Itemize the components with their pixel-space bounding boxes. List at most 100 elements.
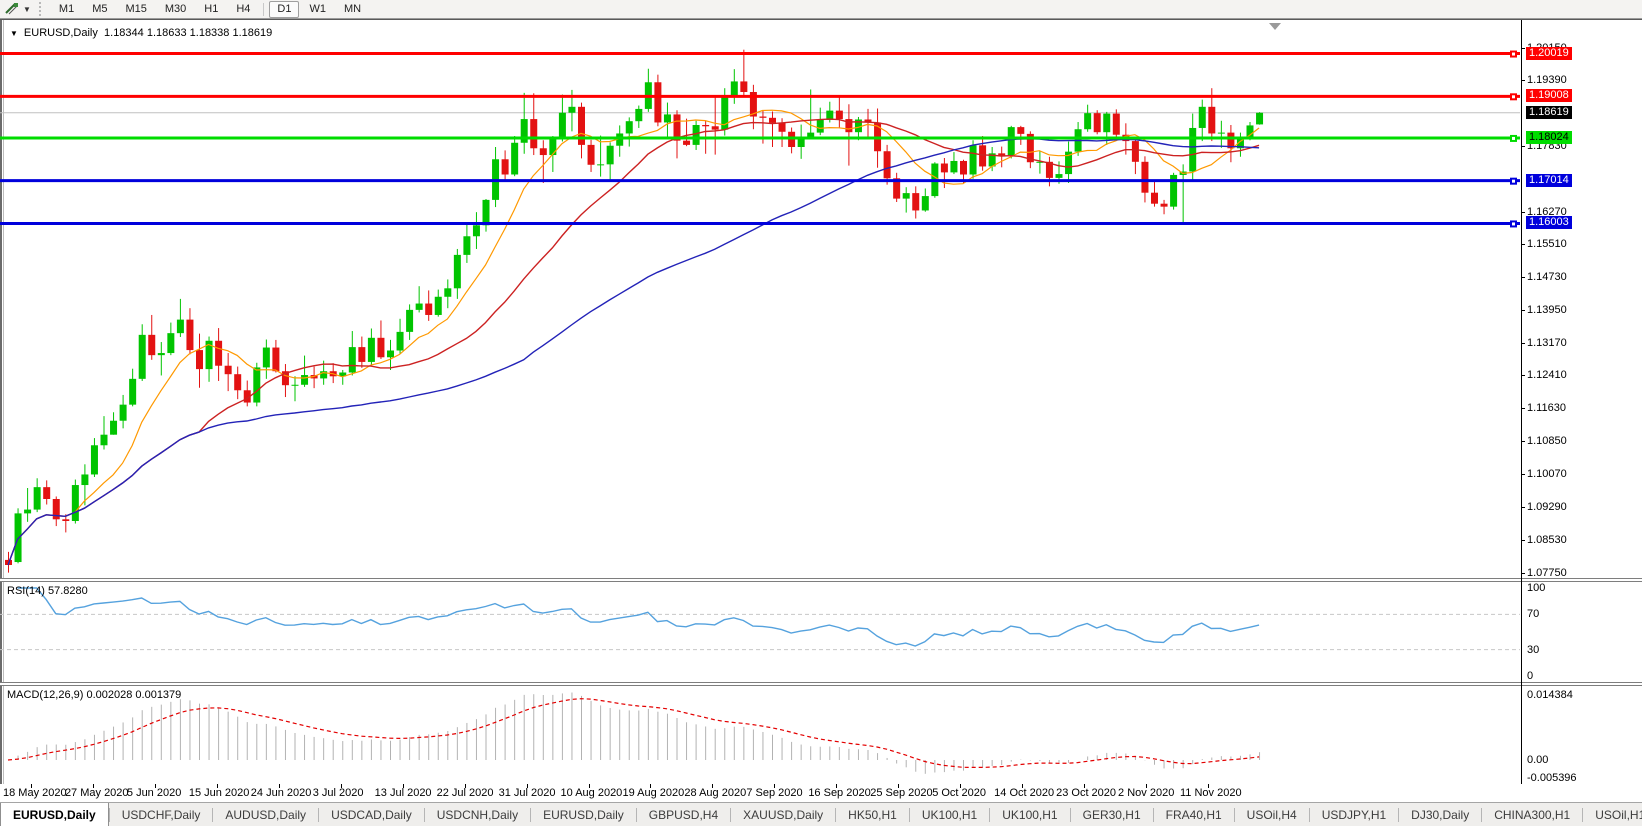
price-axis-tickmark: [1521, 375, 1525, 376]
chart-window[interactable]: 1.201501.193901.178301.162701.155101.147…: [0, 19, 1642, 785]
timeframe-button-m30[interactable]: M30: [157, 1, 194, 18]
time-axis-date-label: 11 Nov 2020: [1180, 787, 1242, 799]
price-axis-tick-label: 1.12410: [1527, 369, 1567, 381]
timeframe-button-m5[interactable]: M5: [84, 1, 115, 18]
price-axis-tickmark: [1521, 408, 1525, 409]
symbol-tab-uk100-h1[interactable]: UK100,H1: [990, 803, 1069, 826]
price-axis-tick-label: 1.13170: [1527, 337, 1567, 349]
price-axis-tickmark: [1521, 474, 1525, 475]
price-axis-tick-label: 1.11630: [1527, 402, 1566, 414]
symbol-tab-audusd-daily[interactable]: AUDUSD,Daily: [213, 803, 318, 826]
timeframe-button-m1[interactable]: M1: [51, 1, 82, 18]
price-axis-tickmark: [1521, 48, 1525, 49]
time-axis-date-label: 24 Jun 2020: [251, 787, 312, 799]
time-axis-date-label: 28 Aug 2020: [684, 787, 746, 799]
symbol-tab-usoil-h4[interactable]: USOil,H4: [1235, 803, 1309, 826]
toolbar-grip-handle[interactable]: [39, 2, 46, 16]
price-axis-tickmark: [1521, 80, 1525, 81]
hline-price-label: 1.18024: [1526, 131, 1572, 144]
symbol-tab-hk50-h1[interactable]: HK50,H1: [836, 803, 909, 826]
toolbar-separator: [263, 3, 264, 16]
time-axis-date-label: 5 Oct 2020: [932, 787, 986, 799]
macd-axis-bottom-label: -0.005396: [1527, 772, 1577, 784]
time-axis[interactable]: 18 May 202027 May 20205 Jun 2020 15 Jun 2…: [0, 784, 1642, 802]
timeframe-button-h4[interactable]: H4: [228, 1, 258, 18]
hline-price-label: 1.17014: [1526, 174, 1572, 187]
time-axis-date-label: 18 May 2020: [3, 787, 67, 799]
rsi-indicator-canvas[interactable]: [0, 581, 1521, 683]
symbol-tab-usoil-h1[interactable]: USOil,H1: [1583, 803, 1642, 826]
symbol-tab-xauusd-daily[interactable]: XAUUSD,Daily: [731, 803, 835, 826]
hline-price-label: 1.20019: [1526, 47, 1572, 60]
symbol-tab-usdcad-daily[interactable]: USDCAD,Daily: [319, 803, 424, 826]
symbol-tab-china300-h1[interactable]: CHINA300,H1: [1482, 803, 1582, 826]
macd-indicator-label: MACD(12,26,9) 0.002028 0.001379: [7, 689, 181, 701]
price-axis-tick-label: 1.14730: [1527, 271, 1567, 283]
chart-title: ▼EURUSD,Daily 1.18344 1.18633 1.18338 1.…: [10, 27, 272, 39]
timeframe-button-h1[interactable]: H1: [196, 1, 226, 18]
time-axis-date-label: 14 Oct 2020: [994, 787, 1054, 799]
price-axis-tickmark: [1521, 573, 1525, 574]
chart-crosshair-icon[interactable]: [3, 1, 21, 17]
price-axis-tick-label: 1.13950: [1527, 304, 1567, 316]
hline-price-label: 1.16003: [1526, 216, 1572, 229]
price-axis-tickmark: [1521, 212, 1525, 213]
time-axis-date-label: 15 Jun 2020: [189, 787, 250, 799]
price-axis-tickmark: [1521, 146, 1525, 147]
time-axis-date-label: 16 Sep 2020: [808, 787, 870, 799]
time-axis-date-label: 10 Aug 2020: [561, 787, 623, 799]
hline-price-label: 1.19008: [1526, 89, 1572, 102]
price-axis-tick-label: 1.10850: [1527, 435, 1567, 447]
timeframe-buttons-group: M1M5M15M30H1H4 D1W1MN: [50, 1, 370, 18]
macd-indicator-canvas[interactable]: [0, 685, 1521, 785]
chart-dropdown-triangle[interactable]: ▼: [10, 29, 18, 38]
time-axis-date-label: 23 Oct 2020: [1056, 787, 1116, 799]
timeframe-button-m15[interactable]: M15: [117, 1, 154, 18]
symbol-tab-dj30-daily[interactable]: DJ30,Daily: [1399, 803, 1481, 826]
price-axis-tick-label: 1.15510: [1527, 238, 1567, 250]
price-axis-tick-label: 1.08530: [1527, 534, 1567, 546]
time-axis-date-label: 3 Jul 2020: [313, 787, 364, 799]
price-axis-tick-label: 1.07750: [1527, 567, 1567, 579]
price-axis-tickmark: [1521, 277, 1525, 278]
rsi-axis-label: 0: [1527, 670, 1533, 682]
symbol-tab-usdchf-daily[interactable]: USDCHF,Daily: [110, 803, 213, 826]
symbol-tab-bar: EURUSD,DailyUSDCHF,DailyAUDUSD,DailyUSDC…: [0, 802, 1642, 826]
symbol-tab-eurusd-daily[interactable]: EURUSD,Daily: [0, 803, 109, 826]
symbol-tab-usdjpy-h1[interactable]: USDJPY,H1: [1310, 803, 1398, 826]
symbol-tab-fra40-h1[interactable]: FRA40,H1: [1154, 803, 1234, 826]
price-axis-divider: [1521, 20, 1522, 785]
price-axis-tickmark: [1521, 507, 1525, 508]
price-axis-tick-label: 1.09290: [1527, 501, 1567, 513]
timeframe-button-w1[interactable]: W1: [301, 1, 334, 18]
symbol-tab-usdcnh-daily[interactable]: USDCNH,Daily: [425, 803, 530, 826]
price-axis-tickmark: [1521, 441, 1525, 442]
time-axis-date-label: 2 Nov 2020: [1118, 787, 1174, 799]
symbol-tab-eurusd-daily[interactable]: EURUSD,Daily: [531, 803, 636, 826]
rsi-axis-label: 30: [1527, 644, 1539, 656]
price-axis-tick-label: 1.19390: [1527, 74, 1567, 86]
toolbar-dropdown-caret[interactable]: ▼: [23, 5, 31, 14]
mt4-application-window: ▼ M1M5M15M30H1H4D1W1MN 1.201501.193901.1…: [0, 0, 1642, 826]
time-axis-date-label: 31 Jul 2020: [499, 787, 556, 799]
symbol-tab-uk100-h1[interactable]: UK100,H1: [910, 803, 989, 826]
rsi-indicator-label: RSI(14) 57.8280: [7, 585, 88, 597]
chart-shift-triangle-icon[interactable]: [1269, 23, 1281, 30]
time-axis-date-label: 13 Jul 2020: [375, 787, 432, 799]
chart-symbol-period: EURUSD,Daily: [24, 27, 98, 39]
time-axis-date-label: 25 Sep 2020: [870, 787, 932, 799]
timeframe-button-d1[interactable]: D1: [269, 1, 299, 18]
macd-axis-zero-label: 0.00: [1527, 754, 1548, 766]
price-chart-canvas[interactable]: [0, 20, 1521, 578]
price-axis-tickmark: [1521, 244, 1525, 245]
current-price-label: 1.18619: [1526, 106, 1572, 119]
price-axis-tickmark: [1521, 540, 1525, 541]
symbol-tab-gbpusd-h4[interactable]: GBPUSD,H4: [637, 803, 730, 826]
symbol-tab-ger30-h1[interactable]: GER30,H1: [1071, 803, 1153, 826]
time-axis-date-label: 5 Jun 2020: [127, 787, 181, 799]
price-axis-tickmark: [1521, 310, 1525, 311]
time-axis-date-label: 22 Jul 2020: [437, 787, 494, 799]
time-axis-date-label: 7 Sep 2020: [746, 787, 802, 799]
time-axis-date-label: 27 May 2020: [65, 787, 129, 799]
timeframe-button-mn[interactable]: MN: [336, 1, 369, 18]
